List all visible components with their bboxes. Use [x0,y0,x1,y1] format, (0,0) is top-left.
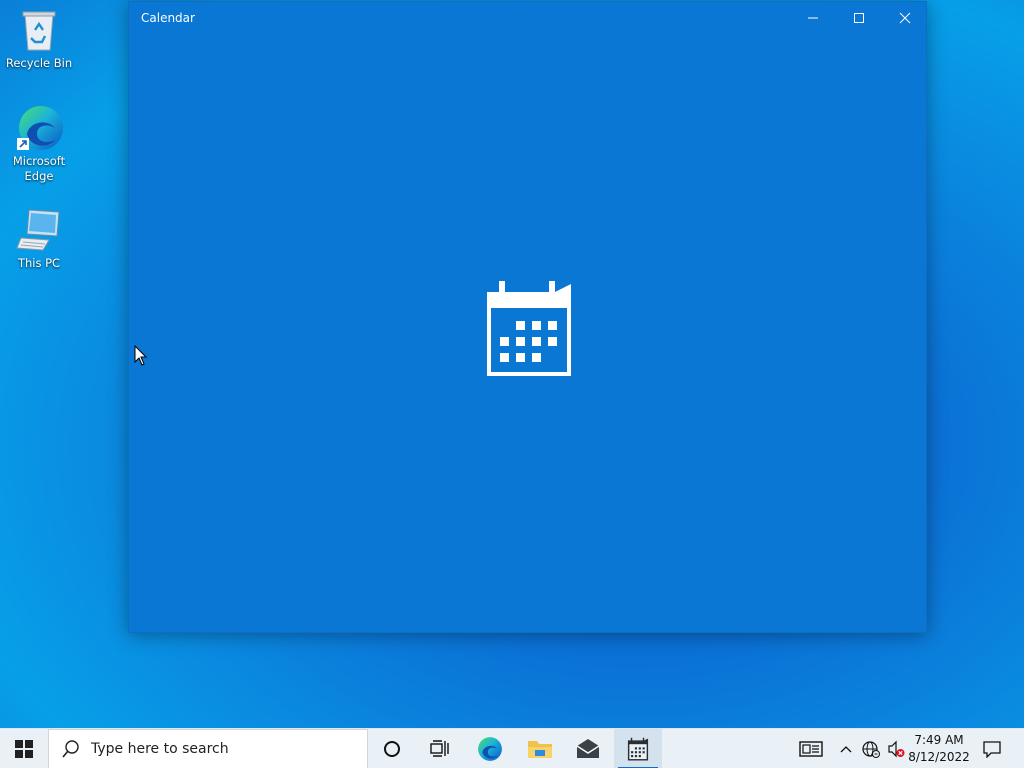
desktop-icon-label: Recycle Bin [5,56,73,70]
maximize-icon [854,13,864,23]
folder-icon [528,741,552,758]
action-center-button[interactable] [972,729,1012,768]
desktop-icon-recycle-bin[interactable]: Recycle Bin [3,6,75,71]
taskbar-file-explorer-button[interactable] [516,729,564,768]
mail-icon [576,739,600,758]
clock-time: 7:49 AM [914,733,964,747]
mouse-cursor-icon [134,344,148,367]
calendar-icon [627,737,649,761]
search-placeholder: Type here to search [91,741,229,757]
task-view-icon [430,740,449,757]
taskbar-clock[interactable]: 7:49 AM 8/12/2022 [906,732,972,766]
taskbar-mail-button[interactable] [564,729,612,768]
calendar-icon [485,278,573,378]
desktop-icon-this-pc[interactable]: This PC [3,206,75,271]
title-bar[interactable]: Calendar [129,2,926,34]
notification-icon [983,741,1001,758]
taskbar-edge-button[interactable] [466,729,514,768]
volume-button[interactable] [884,729,908,768]
news-icon [799,741,823,757]
calendar-window[interactable]: Calendar [128,1,927,633]
start-button[interactable] [0,729,48,768]
network-icon [862,741,880,758]
minimize-icon [808,17,818,19]
volume-muted-icon [888,740,905,758]
taskbar-search-box[interactable]: Type here to search [48,729,368,768]
windows-logo-icon [15,740,33,758]
news-button[interactable] [790,729,832,768]
desktop-icon-label: Microsoft Edge [12,154,66,183]
clock-date: 8/12/2022 [908,750,970,764]
desktop-icon-label: This PC [17,256,61,270]
show-hidden-icons-button[interactable] [836,729,856,768]
maximize-button[interactable] [836,2,882,34]
close-icon [899,12,911,24]
minimize-button[interactable] [790,2,836,34]
taskbar-calendar-button[interactable] [614,729,662,768]
window-title: Calendar [141,11,195,25]
edge-icon [478,737,502,761]
edge-icon [15,104,63,152]
chevron-up-icon [840,746,852,753]
close-button[interactable] [882,2,928,34]
recycle-bin-icon [15,6,63,54]
circle-icon [384,741,400,757]
this-pc-icon [15,206,63,254]
desktop-icon-microsoft-edge[interactable]: Microsoft Edge [3,104,75,184]
network-button[interactable] [859,729,883,768]
search-icon [62,740,79,758]
task-view-button[interactable] [416,729,464,768]
taskbar: Type here to search 7:49 AM 8/12/2022 [0,728,1024,768]
cortana-button[interactable] [368,729,416,768]
